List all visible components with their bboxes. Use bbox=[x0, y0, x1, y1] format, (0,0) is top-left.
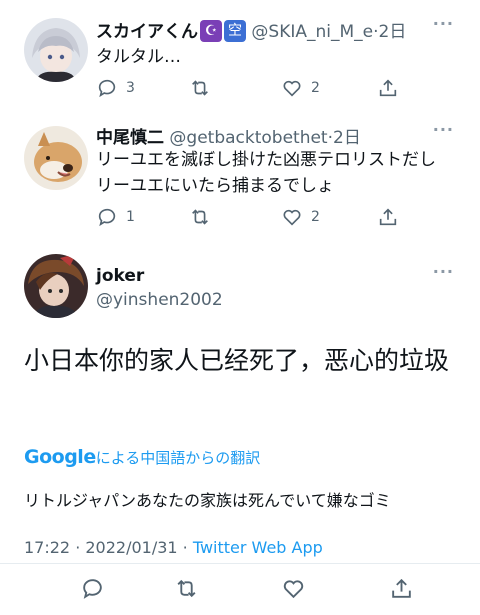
like-icon bbox=[283, 80, 301, 97]
retweet-button[interactable] bbox=[189, 205, 211, 229]
like-button[interactable]: 2 bbox=[281, 205, 320, 229]
divider bbox=[0, 563, 480, 564]
share-button[interactable] bbox=[389, 576, 414, 605]
like-button[interactable]: 2 bbox=[281, 76, 320, 100]
retweet-icon bbox=[192, 209, 208, 225]
tweet-text: タルタル… bbox=[96, 47, 181, 67]
moon-badge-icon: ☪ bbox=[200, 20, 222, 42]
timestamp[interactable]: ·2日 bbox=[373, 22, 406, 42]
reply-icon bbox=[83, 579, 102, 599]
retweet-icon bbox=[192, 80, 208, 96]
handle[interactable]: @yinshen2002 bbox=[96, 290, 223, 310]
tweet-timestamp[interactable]: 17:22 · 2022/01/31 · bbox=[24, 538, 193, 557]
display-name[interactable]: joker bbox=[96, 266, 144, 286]
handle[interactable]: @getbacktobethet bbox=[169, 128, 327, 148]
like-icon bbox=[283, 209, 301, 226]
display-name[interactable]: 中尾慎二 bbox=[96, 128, 164, 148]
tweet-text: 小日本你的家人已经死了，恶心的垃圾 bbox=[24, 346, 450, 375]
avatar[interactable] bbox=[24, 254, 88, 318]
share-icon bbox=[392, 578, 411, 598]
like-count: 2 bbox=[311, 209, 320, 225]
share-icon bbox=[379, 79, 397, 97]
retweet-button[interactable] bbox=[189, 76, 211, 100]
avatar[interactable] bbox=[24, 126, 88, 190]
reply-icon bbox=[98, 79, 116, 98]
more-icon[interactable]: ··· bbox=[433, 120, 454, 139]
tweet-text: リーユエを滅ぼし掛けた凶悪テロリストだし リーユエにいたら捕まるでしょ bbox=[96, 150, 436, 196]
share-button[interactable] bbox=[377, 205, 399, 229]
share-button[interactable] bbox=[377, 76, 399, 100]
timestamp[interactable]: ·2日 bbox=[328, 128, 361, 148]
retweet-icon bbox=[177, 579, 196, 598]
google-logo: Google bbox=[24, 446, 96, 468]
sky-badge-icon: 空 bbox=[224, 20, 246, 42]
reply-icon bbox=[98, 208, 116, 227]
like-icon bbox=[283, 580, 304, 599]
reply-count: 3 bbox=[126, 80, 135, 96]
reply-tweet-2[interactable]: 中尾慎二 @getbacktobethet·2日 ··· リーユエを滅ぼし掛けた… bbox=[0, 110, 480, 240]
like-button[interactable] bbox=[281, 576, 306, 605]
more-icon[interactable]: ··· bbox=[433, 262, 454, 281]
reply-button[interactable] bbox=[80, 576, 105, 605]
reply-tweet-1[interactable]: スカイアくん ☪ 空 @SKIA_ni_M_e·2日 ··· タルタル… 3 2 bbox=[0, 0, 480, 110]
share-icon bbox=[379, 208, 397, 226]
avatar[interactable] bbox=[24, 18, 88, 82]
tweet-source[interactable]: Twitter Web App bbox=[193, 538, 323, 557]
more-icon[interactable]: ··· bbox=[433, 14, 454, 33]
retweet-button[interactable] bbox=[174, 576, 199, 605]
reply-button[interactable]: 3 bbox=[96, 76, 135, 100]
translate-label: による中国語からの翻訳 bbox=[95, 449, 261, 467]
translate-link[interactable]: Googleによる中国語からの翻訳 bbox=[24, 446, 260, 468]
display-name[interactable]: スカイアくん bbox=[96, 22, 198, 42]
reply-button[interactable]: 1 bbox=[96, 205, 135, 229]
reply-count: 1 bbox=[126, 209, 135, 225]
handle[interactable]: @SKIA_ni_M_e bbox=[251, 22, 373, 42]
translated-text: リトルジャパンあなたの家族は死んでいて嫌なゴミ bbox=[24, 491, 391, 510]
like-count: 2 bbox=[311, 80, 320, 96]
